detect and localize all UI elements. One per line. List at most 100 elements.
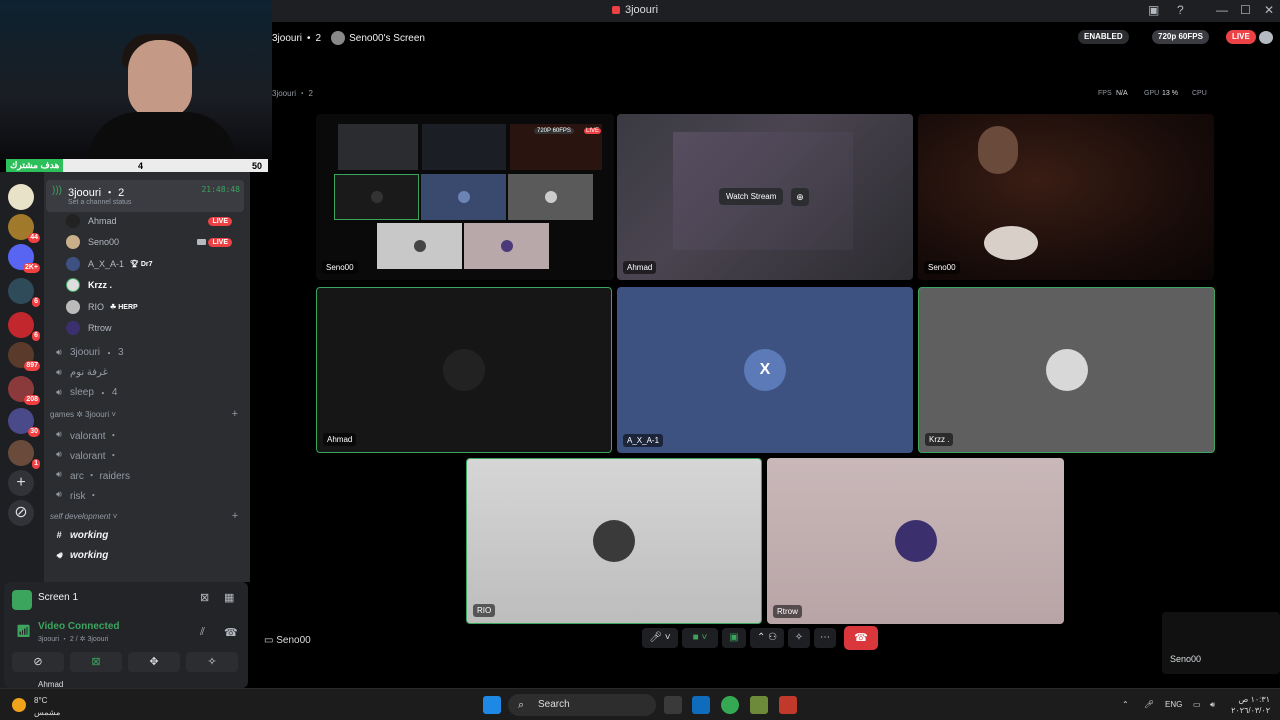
text-channel[interactable]: # working (52, 527, 242, 543)
window-title: 3joouri (612, 4, 658, 16)
server-icon[interactable]: 1 (8, 440, 40, 469)
camera-button[interactable]: ■ ˅ (682, 628, 718, 648)
speaker-icon: 🔊︎ (56, 468, 62, 479)
server-icon[interactable]: 6 (8, 278, 40, 307)
chrome-icon[interactable] (721, 696, 739, 714)
camera-icon (197, 239, 206, 245)
volume-icon[interactable]: 🔊︎ (1210, 700, 1215, 710)
avatar (894, 520, 937, 562)
server-icon[interactable]: 44 (8, 214, 40, 243)
voice-member[interactable]: Rtrow (66, 319, 242, 337)
watch-stream-button[interactable]: Watch Stream (719, 188, 784, 205)
minimize-button[interactable]: — (1216, 3, 1228, 17)
user-tile-rtrow[interactable]: Rtrow (767, 458, 1064, 624)
speaker-icon: 🔊︎ (56, 386, 62, 397)
voice-location: 3joouri ・ 2 / ✲ 3joouri (38, 636, 109, 643)
help-icon[interactable]: ? (1177, 3, 1184, 17)
server-icon[interactable]: 30 (8, 408, 40, 437)
signal-icon[interactable]: 📶︎ (16, 624, 31, 638)
share-screen-button[interactable]: ⊠ (70, 652, 122, 672)
cpu-label: CPU (1192, 90, 1207, 97)
inbox-icon[interactable]: ▣ (1148, 3, 1159, 17)
display-icon[interactable]: ▭ (1193, 700, 1201, 709)
activity-button[interactable]: ✥ (128, 652, 180, 672)
user-tile-axa[interactable]: X A_X_A-1 (617, 287, 913, 453)
voice-channel[interactable]: 🔊︎ 3joouri ・ 3 (52, 344, 242, 360)
call-timer: 21:48:48 (201, 185, 240, 194)
webcam-overlay (0, 0, 272, 160)
user-tile-ahmad[interactable]: Ahmad (316, 287, 612, 453)
activities-button[interactable]: ⌃ ⚇ (750, 628, 784, 648)
nested-tile (508, 174, 593, 220)
nested-screen (338, 124, 418, 170)
server-icon[interactable] (8, 184, 34, 210)
stream-tile-seno[interactable]: 720P 60FPS LIVE Seno00 (316, 114, 614, 280)
video-connected[interactable]: Video Connected (38, 621, 120, 632)
gpu-value: 13 % (1162, 90, 1178, 97)
minecraft-icon[interactable] (750, 696, 768, 714)
gpu-label: GPU (1144, 90, 1160, 97)
add-server-icon[interactable]: + (8, 470, 34, 496)
server-icon[interactable]: 208 (8, 376, 40, 405)
user-tile-krzz[interactable]: Krzz . (918, 287, 1215, 453)
voice-channel[interactable]: 🔊︎ valorant ・ (52, 446, 242, 462)
goal-bar: هدف مشترك 4 50 (6, 159, 268, 172)
camera-tile-seno[interactable]: Seno00 (918, 114, 1214, 280)
active-voice-channel[interactable]: ))) 3joouri ・ 2 Set a channel status 21:… (46, 180, 244, 212)
close-button[interactable]: ✕ (1264, 3, 1274, 17)
windows-taskbar: 8°C مشمس ⌕ Search ⌃ 🎤︎ ENG ▭ 🔊︎ ١٠:٣١ ص ٢… (0, 688, 1280, 720)
pip-preview[interactable]: Seno00 (1162, 612, 1280, 674)
enabled-pill: ENABLED (1078, 30, 1129, 44)
voice-member[interactable]: Ahmad LIVE (66, 212, 242, 230)
chat-icon[interactable] (1259, 31, 1273, 44)
disconnect-button[interactable]: ☎ (844, 626, 878, 650)
voice-member[interactable]: A_X_A-1 🏆︎ Dr7 (66, 255, 242, 273)
popout-icon[interactable]: ⊕ (791, 188, 809, 206)
tray-chevron-icon[interactable]: ⌃ (1122, 700, 1129, 709)
server-icon[interactable]: 2K+ (8, 244, 40, 273)
mic-tray-icon[interactable]: 🎤︎ (1144, 700, 1154, 709)
maximize-button[interactable]: ☐ (1240, 3, 1251, 17)
stream-settings-icon[interactable]: ▦ (224, 591, 236, 604)
noise-suppression-icon[interactable]: ⫽ (200, 626, 212, 638)
soundboard-button[interactable]: ✧ (788, 628, 810, 648)
server-icon[interactable]: 6 (8, 312, 40, 341)
discover-icon[interactable]: ⊘ (8, 500, 34, 526)
stream-footer-user: ▭ Seno00 (264, 635, 311, 646)
header-count: 2 (315, 32, 322, 44)
voice-channel[interactable]: 🔊︎ working (52, 547, 242, 563)
taskbar-search[interactable]: ⌕ Search (508, 694, 656, 716)
screenshare-button[interactable]: ▣ (722, 628, 746, 648)
streamer-avatar (331, 31, 346, 45)
recorder-icon[interactable] (779, 696, 797, 714)
store-icon[interactable] (692, 696, 710, 714)
channel-status[interactable]: Set a channel status (68, 199, 131, 206)
voice-channel[interactable]: 🔊︎ risk ・ (52, 486, 242, 502)
voice-member[interactable]: Seno00 LIVE (66, 233, 242, 251)
more-button[interactable]: ⋯ (814, 628, 836, 648)
voice-channel[interactable]: 🔊︎ sleep ・ 4 (52, 384, 242, 400)
windows-start-icon[interactable] (483, 696, 501, 714)
nested-screen (422, 124, 506, 170)
voice-channel[interactable]: 🔊︎ غرفة نوم (52, 364, 242, 380)
disconnect-icon[interactable]: ☎ (224, 626, 238, 639)
stage-header: 3joouri • 2 Seno00's Screen (272, 31, 425, 45)
camera-off-button[interactable]: ⊘ (12, 652, 64, 672)
stream-tile-ahmad[interactable]: Watch Stream ⊕ Ahmad (617, 114, 913, 280)
soundboard-button[interactable]: ✧ (186, 652, 238, 672)
category-games[interactable]: games ✲ 3joouri ˅ + (50, 408, 242, 420)
add-channel-icon: + (231, 510, 238, 522)
system-clock[interactable]: ١٠:٣١ ص ٢٠٢٦/٠٣/٠٢ (1226, 694, 1270, 716)
avatar: X (744, 349, 786, 391)
category-self-development[interactable]: self development ˅ + (50, 510, 242, 522)
user-tile-rio[interactable]: RIO (466, 458, 762, 624)
voice-channel[interactable]: 🔊︎ arc ・ raiders (52, 466, 242, 482)
voice-member[interactable]: RIO ☘︎ HERP (66, 298, 242, 316)
server-icon[interactable]: 897 (8, 342, 40, 371)
mic-button[interactable]: 🎤︎ ˅ (642, 628, 678, 648)
language-indicator[interactable]: ENG (1165, 700, 1182, 709)
voice-channel[interactable]: 🔊︎ valorant ・ (52, 426, 242, 442)
voice-member[interactable]: Krzz . (66, 276, 242, 294)
stop-share-icon[interactable]: ⊠ (200, 591, 212, 604)
task-view-icon[interactable] (664, 696, 682, 714)
